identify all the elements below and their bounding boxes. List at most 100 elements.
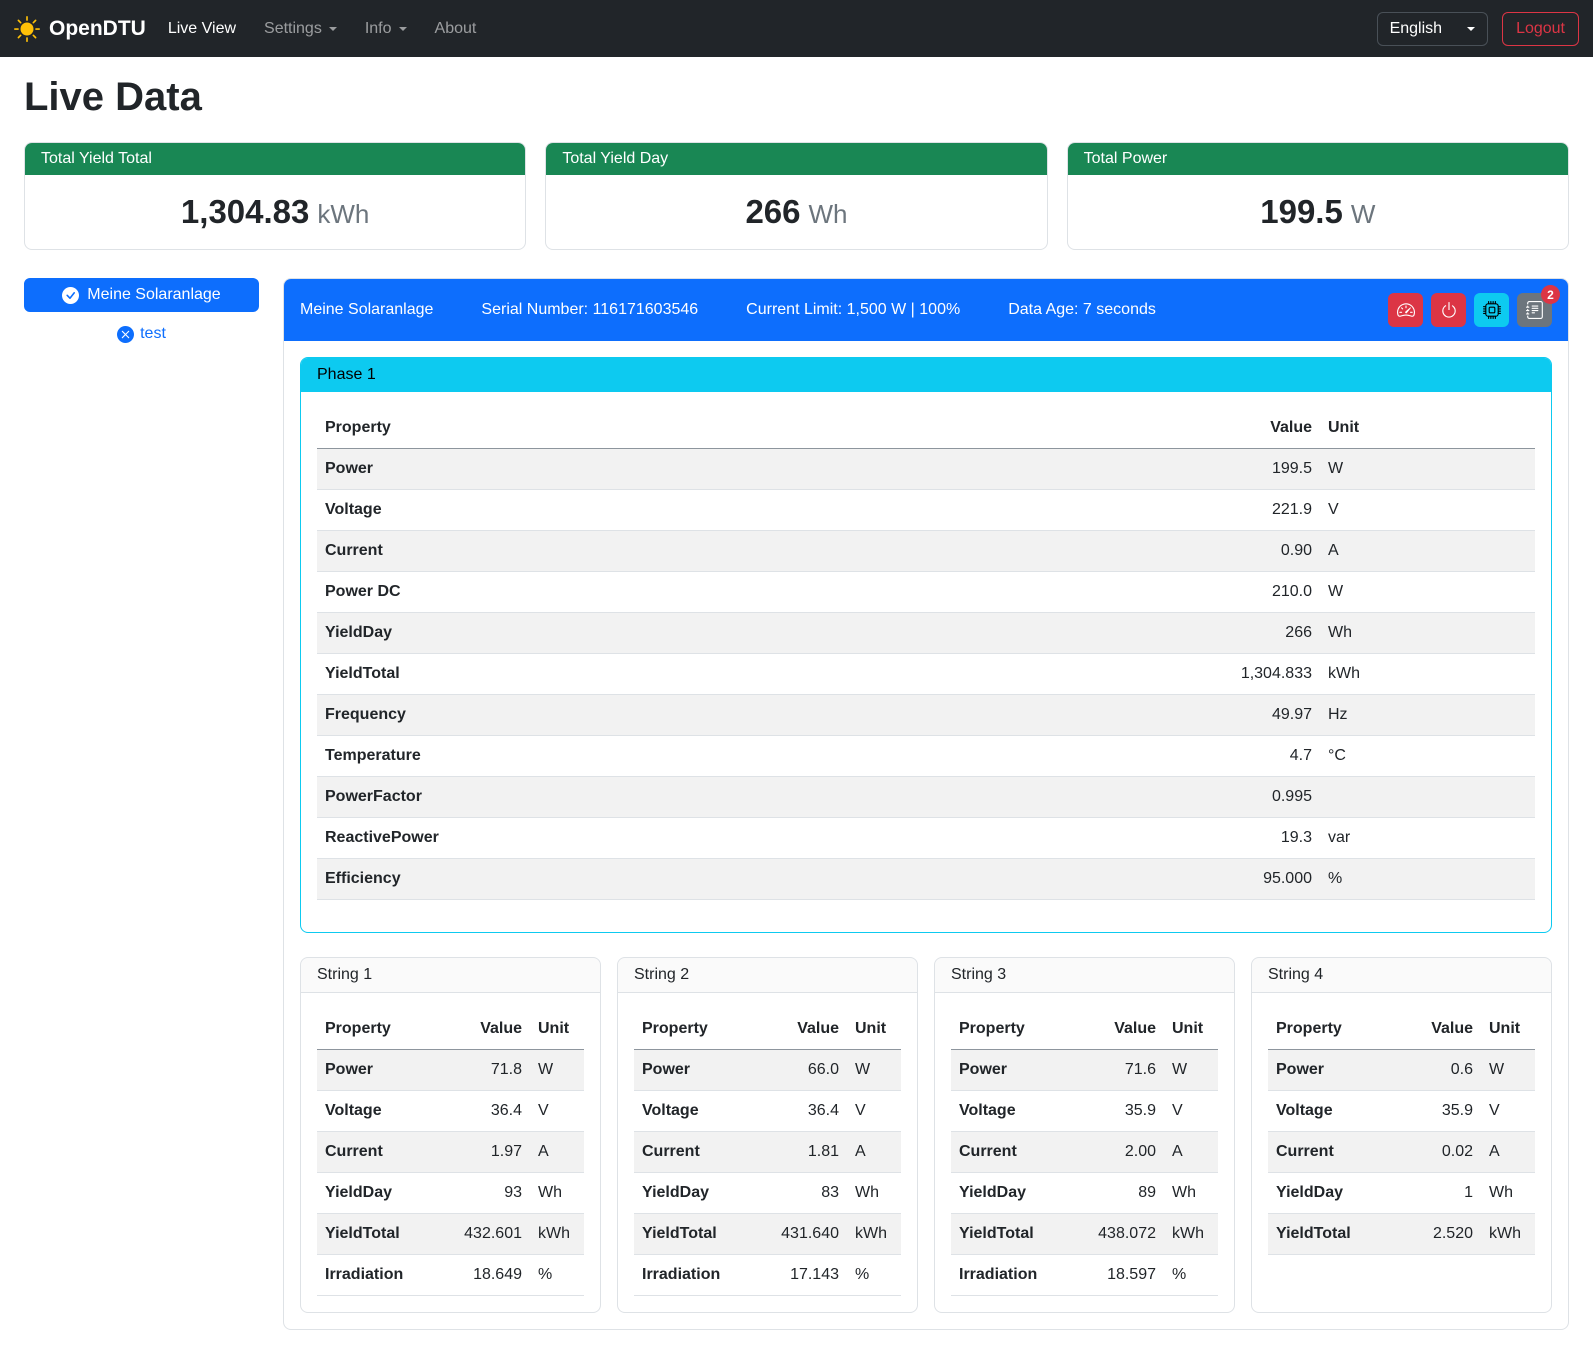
value-cell: 221.9 (1180, 490, 1320, 531)
value-cell: 35.9 (1084, 1091, 1164, 1132)
table-row: YieldTotal438.072kWh (951, 1214, 1218, 1255)
sidebar-item-test[interactable]: test (24, 325, 259, 343)
inverter-panel: Meine Solaranlage Serial Number: 1161716… (283, 278, 1569, 1330)
property-cell: Voltage (1268, 1091, 1401, 1132)
string-body: PropertyValueUnitPower0.6WVoltage35.9VCu… (1252, 993, 1551, 1271)
nav-item-about[interactable]: About (435, 12, 477, 46)
unit-cell: W (1481, 1050, 1535, 1091)
unit-cell: Wh (1320, 613, 1535, 654)
sidebar-item-label: test (140, 325, 166, 343)
column-header: Property (317, 408, 1180, 449)
table-row: YieldTotal432.601kWh (317, 1214, 584, 1255)
value-cell: 1 (1401, 1173, 1481, 1214)
nav-item-info[interactable]: Info (365, 12, 407, 46)
column-header: Property (951, 1009, 1084, 1050)
language-select[interactable]: English (1377, 12, 1488, 46)
table-row: YieldTotal431.640kWh (634, 1214, 901, 1255)
property-cell: Voltage (951, 1091, 1084, 1132)
card-title: Total Power (1068, 143, 1568, 175)
unit-cell: W (847, 1050, 901, 1091)
sun-icon (14, 16, 40, 42)
string-card-3: String 3 PropertyValueUnitPower71.6WVolt… (934, 957, 1235, 1313)
property-cell: YieldDay (1268, 1173, 1401, 1214)
table-header-row: PropertyValueUnit (317, 408, 1535, 449)
page-title: Live Data (24, 75, 1569, 120)
unit-cell: V (1164, 1091, 1218, 1132)
string-card-2: String 2 PropertyValueUnitPower66.0WVolt… (617, 957, 918, 1313)
table-row: YieldDay89Wh (951, 1173, 1218, 1214)
nav-item-label: Info (365, 20, 392, 38)
property-cell: Efficiency (317, 859, 1180, 900)
power-button[interactable] (1431, 293, 1466, 327)
card-unit: W (1351, 199, 1376, 229)
property-cell: Current (317, 1132, 450, 1173)
unit-cell: Wh (847, 1173, 901, 1214)
card-body: 1,304.83kWh (25, 175, 525, 249)
value-cell: 266 (1180, 613, 1320, 654)
string-title: String 3 (935, 958, 1234, 993)
nav-item-live-view[interactable]: Live View (168, 12, 236, 46)
inverter-panel-header: Meine Solaranlage Serial Number: 1161716… (284, 279, 1568, 341)
unit-cell: Wh (1481, 1173, 1535, 1214)
card-value: 1,304.83 (181, 193, 309, 230)
table-row: YieldDay93Wh (317, 1173, 584, 1214)
total-yield-total-card: Total Yield Total 1,304.83kWh (24, 142, 526, 250)
property-cell: YieldTotal (317, 1214, 450, 1255)
table-header-row: PropertyValueUnit (634, 1009, 901, 1050)
string-table: PropertyValueUnitPower71.6WVoltage35.9VC… (951, 1009, 1218, 1296)
inverter-serial: Serial Number: 116171603546 (481, 301, 698, 319)
device-info-button[interactable] (1474, 293, 1509, 327)
property-cell: Voltage (317, 490, 1180, 531)
brand[interactable]: OpenDTU (14, 16, 156, 42)
brand-label: OpenDTU (49, 17, 146, 41)
column-header: Value (1084, 1009, 1164, 1050)
unit-cell: A (847, 1132, 901, 1173)
table-row: Power0.6W (1268, 1050, 1535, 1091)
value-cell: 199.5 (1180, 449, 1320, 490)
unit-cell: % (1164, 1255, 1218, 1296)
limit-settings-button[interactable] (1388, 293, 1423, 327)
unit-cell: V (847, 1091, 901, 1132)
table-row: Current0.90A (317, 531, 1535, 572)
inverter-limit: Current Limit: 1,500 W | 100% (746, 301, 960, 319)
sidebar-item-label: Meine Solaranlage (87, 286, 220, 304)
value-cell: 93 (450, 1173, 530, 1214)
string-title: String 1 (301, 958, 600, 993)
unit-cell: V (1481, 1091, 1535, 1132)
property-cell: Frequency (317, 695, 1180, 736)
property-cell: YieldDay (951, 1173, 1084, 1214)
total-power-card: Total Power 199.5W (1067, 142, 1569, 250)
property-cell: Voltage (634, 1091, 767, 1132)
table-row: Efficiency95.000% (317, 859, 1535, 900)
card-value: 266 (745, 193, 800, 230)
phase-body: PropertyValueUnitPower199.5WVoltage221.9… (301, 392, 1551, 932)
nav-item-settings[interactable]: Settings (264, 12, 337, 46)
inverter-panel-body: Phase 1 PropertyValueUnitPower199.5WVolt… (284, 341, 1568, 1329)
property-cell: Current (1268, 1132, 1401, 1173)
unit-cell: V (530, 1091, 584, 1132)
navbar-right: English Logout (1377, 12, 1579, 46)
table-header-row: PropertyValueUnit (1268, 1009, 1535, 1050)
event-log-button[interactable]: 2 (1517, 293, 1552, 327)
sidebar-item-inverter[interactable]: Meine Solaranlage (24, 278, 259, 312)
property-cell: YieldDay (317, 1173, 450, 1214)
value-cell: 210.0 (1180, 572, 1320, 613)
unit-cell: W (1320, 572, 1535, 613)
unit-cell: A (1320, 531, 1535, 572)
property-cell: Irradiation (951, 1255, 1084, 1296)
unit-cell: V (1320, 490, 1535, 531)
value-cell: 95.000 (1180, 859, 1320, 900)
property-cell: Irradiation (317, 1255, 450, 1296)
table-row: Voltage221.9V (317, 490, 1535, 531)
strings-row: String 1 PropertyValueUnitPower71.8WVolt… (300, 957, 1552, 1313)
unit-cell: % (847, 1255, 901, 1296)
unit-cell: kWh (530, 1214, 584, 1255)
value-cell: 71.6 (1084, 1050, 1164, 1091)
event-count-badge: 2 (1541, 285, 1560, 304)
unit-cell: Hz (1320, 695, 1535, 736)
table-row: Irradiation18.597% (951, 1255, 1218, 1296)
logout-button[interactable]: Logout (1502, 12, 1579, 46)
column-header: Value (1401, 1009, 1481, 1050)
value-cell: 2.00 (1084, 1132, 1164, 1173)
table-row: Power DC210.0W (317, 572, 1535, 613)
